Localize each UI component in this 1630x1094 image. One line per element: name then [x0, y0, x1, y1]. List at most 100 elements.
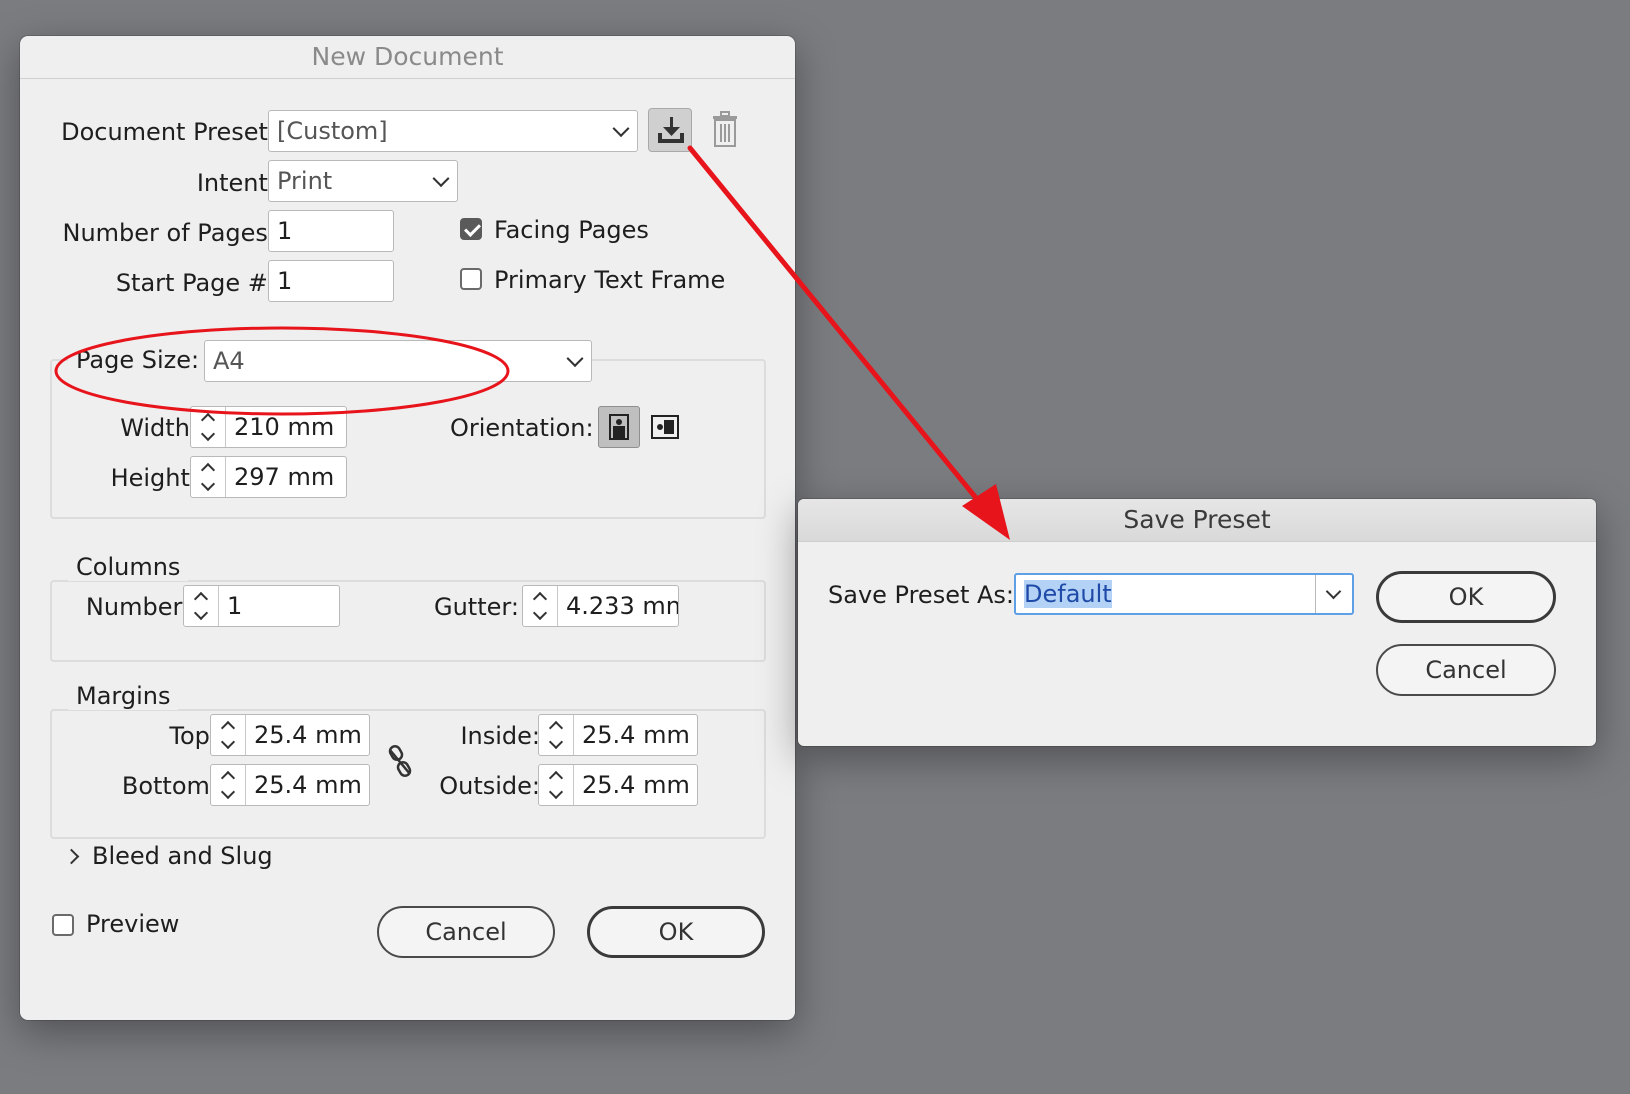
facing-pages-label: Facing Pages	[494, 216, 649, 244]
margin-bottom-label: Bottom:	[121, 772, 218, 800]
columns-number-stepper[interactable]: 1	[183, 585, 340, 627]
trash-icon	[713, 111, 737, 147]
chevron-down-icon	[432, 170, 450, 188]
columns-number-value[interactable]: 1	[219, 586, 242, 626]
margin-inside-arrows[interactable]	[539, 715, 574, 755]
document-preset-value: [Custom]	[277, 117, 388, 145]
chevron-down-icon	[1325, 583, 1342, 600]
download-tray-icon	[658, 117, 684, 143]
preview-checkbox[interactable]	[52, 914, 74, 936]
chevron-down-icon	[548, 734, 564, 750]
margin-bottom-value[interactable]: 25.4 mm	[246, 765, 362, 805]
chevron-up-icon	[220, 770, 236, 786]
delete-preset-button[interactable]	[710, 110, 740, 150]
margin-top-arrows[interactable]	[211, 715, 246, 755]
gutter-value[interactable]: 4.233 mn	[558, 586, 678, 626]
chevron-up-icon	[532, 591, 548, 607]
bleed-and-slug-label: Bleed and Slug	[92, 842, 273, 870]
chevron-up-icon	[548, 770, 564, 786]
bleed-and-slug-disclosure[interactable]: Bleed and Slug	[60, 840, 300, 876]
margin-outside-stepper[interactable]: 25.4 mm	[538, 764, 698, 806]
save-preset-cancel-label: Cancel	[1425, 656, 1507, 684]
chevron-down-icon	[220, 784, 236, 800]
height-value[interactable]: 297 mm	[226, 457, 334, 497]
landscape-orientation-icon	[651, 415, 679, 439]
save-preset-titlebar: Save Preset	[798, 499, 1596, 542]
primary-text-frame-label: Primary Text Frame	[494, 266, 726, 294]
dialog-title: New Document	[311, 42, 504, 71]
gutter-arrows[interactable]	[523, 586, 558, 626]
margin-outside-arrows[interactable]	[539, 765, 574, 805]
start-page-label: Start Page #:	[115, 269, 276, 297]
save-preset-title: Save Preset	[1123, 505, 1271, 534]
landscape-orientation-button[interactable]	[648, 410, 682, 444]
save-preset-as-value: Default	[1024, 580, 1112, 608]
save-preset-as-combobox[interactable]: Default	[1014, 573, 1354, 615]
margin-outside-label: Outside:	[439, 772, 540, 800]
primary-text-frame-checkbox[interactable]	[460, 268, 482, 290]
margin-inside-stepper[interactable]: 25.4 mm	[538, 714, 698, 756]
start-page-input[interactable]: 1	[268, 260, 394, 302]
chevron-down-icon	[612, 120, 630, 138]
columns-number-arrows[interactable]	[184, 586, 219, 626]
chevron-down-icon	[200, 476, 216, 492]
portrait-orientation-button[interactable]	[598, 406, 640, 448]
margin-top-value[interactable]: 25.4 mm	[246, 715, 362, 755]
chevron-up-icon	[200, 412, 216, 428]
margin-inside-value[interactable]: 25.4 mm	[574, 715, 690, 755]
margin-bottom-stepper[interactable]: 25.4 mm	[210, 764, 370, 806]
margins-legend: Margins	[68, 682, 179, 710]
page-size-select[interactable]: A4	[204, 340, 592, 382]
cancel-button[interactable]: Cancel	[377, 906, 555, 958]
width-value[interactable]: 210 mm	[226, 407, 334, 447]
page-size-value: A4	[213, 347, 245, 375]
dialog-titlebar: New Document	[20, 36, 795, 79]
width-stepper[interactable]: 210 mm	[190, 406, 347, 448]
save-preset-ok-button[interactable]: OK	[1376, 571, 1556, 623]
save-preset-as-label: Save Preset As:	[828, 581, 1015, 609]
columns-legend: Columns	[68, 553, 189, 581]
document-preset-label: Document Preset:	[61, 118, 276, 146]
chevron-down-icon	[532, 605, 548, 621]
chevron-down-icon	[200, 426, 216, 442]
orientation-label: Orientation:	[450, 414, 594, 442]
gutter-stepper[interactable]: 4.233 mn	[522, 585, 679, 627]
ok-button-label: OK	[658, 918, 694, 946]
margin-inside-label: Inside:	[460, 722, 540, 750]
facing-pages-checkbox[interactable]	[460, 218, 482, 240]
save-preset-cancel-button[interactable]: Cancel	[1376, 644, 1556, 696]
save-preset-dialog: Save Preset Save Preset As: Default OK C…	[798, 499, 1596, 746]
save-preset-ok-label: OK	[1448, 583, 1484, 611]
chevron-up-icon	[200, 462, 216, 478]
chevron-up-icon	[220, 720, 236, 736]
height-stepper-arrows[interactable]	[191, 457, 226, 497]
save-preset-as-input[interactable]: Default	[1016, 575, 1316, 613]
gutter-label: Gutter:	[434, 593, 519, 621]
new-document-dialog: New Document Document Preset: [Custom] I…	[20, 36, 795, 1020]
intent-value: Print	[277, 167, 333, 195]
page-size-label: Page Size:	[68, 346, 208, 374]
chevron-down-icon	[566, 350, 584, 368]
margin-top-label: Top:	[169, 722, 218, 750]
intent-label: Intent:	[196, 169, 276, 197]
ok-button[interactable]: OK	[587, 906, 765, 958]
width-stepper-arrows[interactable]	[191, 407, 226, 447]
number-of-pages-value: 1	[277, 217, 293, 245]
height-label: Height:	[110, 464, 198, 492]
chevron-down-icon	[548, 784, 564, 800]
margin-top-stepper[interactable]: 25.4 mm	[210, 714, 370, 756]
cancel-button-label: Cancel	[425, 918, 507, 946]
save-preset-button[interactable]	[648, 108, 692, 152]
number-of-pages-label: Number of Pages:	[62, 219, 277, 247]
height-stepper[interactable]: 297 mm	[190, 456, 347, 498]
intent-select[interactable]: Print	[268, 160, 458, 202]
document-preset-select[interactable]: [Custom]	[268, 110, 638, 152]
start-page-value: 1	[277, 267, 293, 295]
portrait-orientation-icon	[609, 414, 629, 440]
chevron-up-icon	[548, 720, 564, 736]
preview-label: Preview	[86, 910, 180, 938]
number-of-pages-input[interactable]: 1	[268, 210, 394, 252]
save-preset-as-dropdown-button[interactable]	[1315, 575, 1352, 613]
margin-outside-value[interactable]: 25.4 mm	[574, 765, 690, 805]
margin-bottom-arrows[interactable]	[211, 765, 246, 805]
